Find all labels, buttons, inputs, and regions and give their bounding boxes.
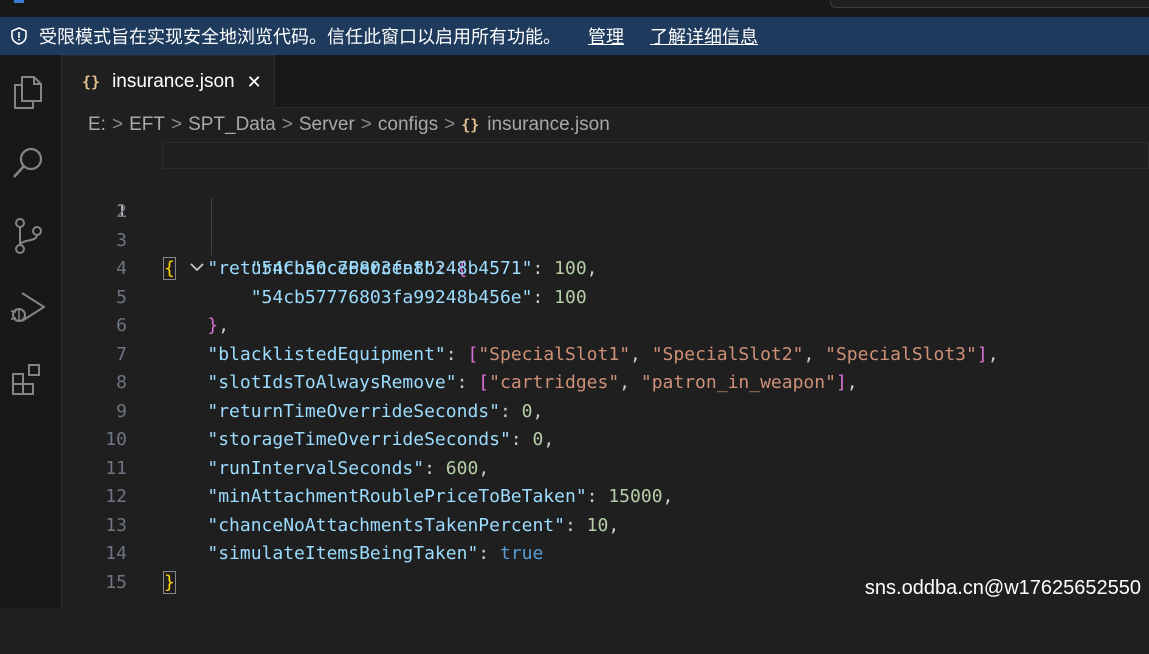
title-bar: [0, 0, 1149, 17]
code-line: 7 "slotIdsToAlwaysRemove": ["cartridges"…: [62, 312, 1149, 394]
json-file-icon: {}: [461, 116, 480, 134]
breadcrumb-item[interactable]: EFT: [129, 114, 165, 136]
code-line: 13 "simulateItemsBeingTaken": true: [62, 483, 1149, 565]
breadcrumb-item[interactable]: SPT_Data: [188, 114, 276, 136]
command-center[interactable]: [830, 0, 1149, 8]
search-icon[interactable]: [6, 141, 50, 185]
code-line: 1 {: [62, 141, 1149, 280]
code-line: 14 }: [62, 512, 1149, 594]
chevron-right-icon: >: [170, 114, 183, 135]
chevron-right-icon: >: [444, 114, 456, 135]
restricted-mode-banner: 受限模式旨在实现安全地浏览代码。信任此窗口以启用所有功能。 管理 了解详细信息: [0, 17, 1149, 55]
source-control-icon[interactable]: [6, 214, 50, 258]
extensions-icon[interactable]: [6, 357, 50, 401]
json-file-icon: {}: [82, 73, 101, 91]
activity-bar: [0, 55, 62, 608]
learn-more-link[interactable]: 了解详细信息: [650, 23, 758, 49]
code-line: 9 "storageTimeOverrideSeconds": 0,: [62, 369, 1149, 451]
tab-insurance-json[interactable]: {} insurance.json ✕: [62, 55, 275, 108]
watermark: sns.oddba.cn@w17625652550: [864, 577, 1141, 599]
chevron-right-icon: >: [281, 114, 293, 135]
brace: }: [163, 570, 176, 594]
breadcrumb: E: > EFT > SPT_Data > Server > configs >…: [88, 110, 610, 140]
banner-message: 受限模式旨在实现安全地浏览代码。信任此窗口以启用所有功能。: [39, 27, 561, 48]
close-icon[interactable]: ✕: [247, 72, 262, 93]
breadcrumb-item[interactable]: E:: [88, 114, 106, 136]
breadcrumb-current[interactable]: insurance.json: [487, 114, 610, 136]
code-line: 12 "chanceNoAttachmentsTakenPercent": 10…: [62, 455, 1149, 536]
code-line: 11 "minAttachmentRoublePriceToBeTaken": …: [62, 426, 1149, 508]
explorer-icon[interactable]: [6, 70, 50, 114]
code-line: 3 "54cb50c76803fa8b248b4571": 100,: [62, 198, 1149, 280]
manage-link[interactable]: 管理: [588, 23, 624, 49]
code-line: 8 "returnTimeOverrideSeconds": 0,: [62, 341, 1149, 422]
tab-label: insurance.json: [112, 71, 235, 92]
line-number: 15: [105, 571, 127, 593]
current-line-highlight: [162, 142, 1149, 169]
code-line: 6 "blacklistedEquipment": ["SpecialSlot1…: [62, 284, 1149, 365]
code-line: 2 "returnChancePercent": {: [62, 170, 1149, 279]
code-line: 4 "54cb57776803fa99248b456e": 100: [62, 227, 1149, 308]
code-line: 10 "runIntervalSeconds": 600,: [62, 398, 1149, 479]
code-line: 5 },: [62, 255, 1149, 337]
editor-tabs: {} insurance.json ✕: [62, 55, 1149, 108]
title-accent: [14, 0, 24, 3]
shield-icon: [9, 26, 29, 46]
breadcrumb-item[interactable]: configs: [378, 114, 438, 136]
run-debug-icon[interactable]: [6, 285, 50, 329]
breadcrumb-item[interactable]: Server: [299, 114, 355, 136]
code-line: 15: [62, 540, 1149, 593]
chevron-right-icon: >: [360, 114, 372, 135]
chevron-right-icon: >: [111, 114, 124, 135]
code-editor[interactable]: 1 { 2 "returnChancePercent": { 3 "54cb50…: [62, 141, 1149, 608]
